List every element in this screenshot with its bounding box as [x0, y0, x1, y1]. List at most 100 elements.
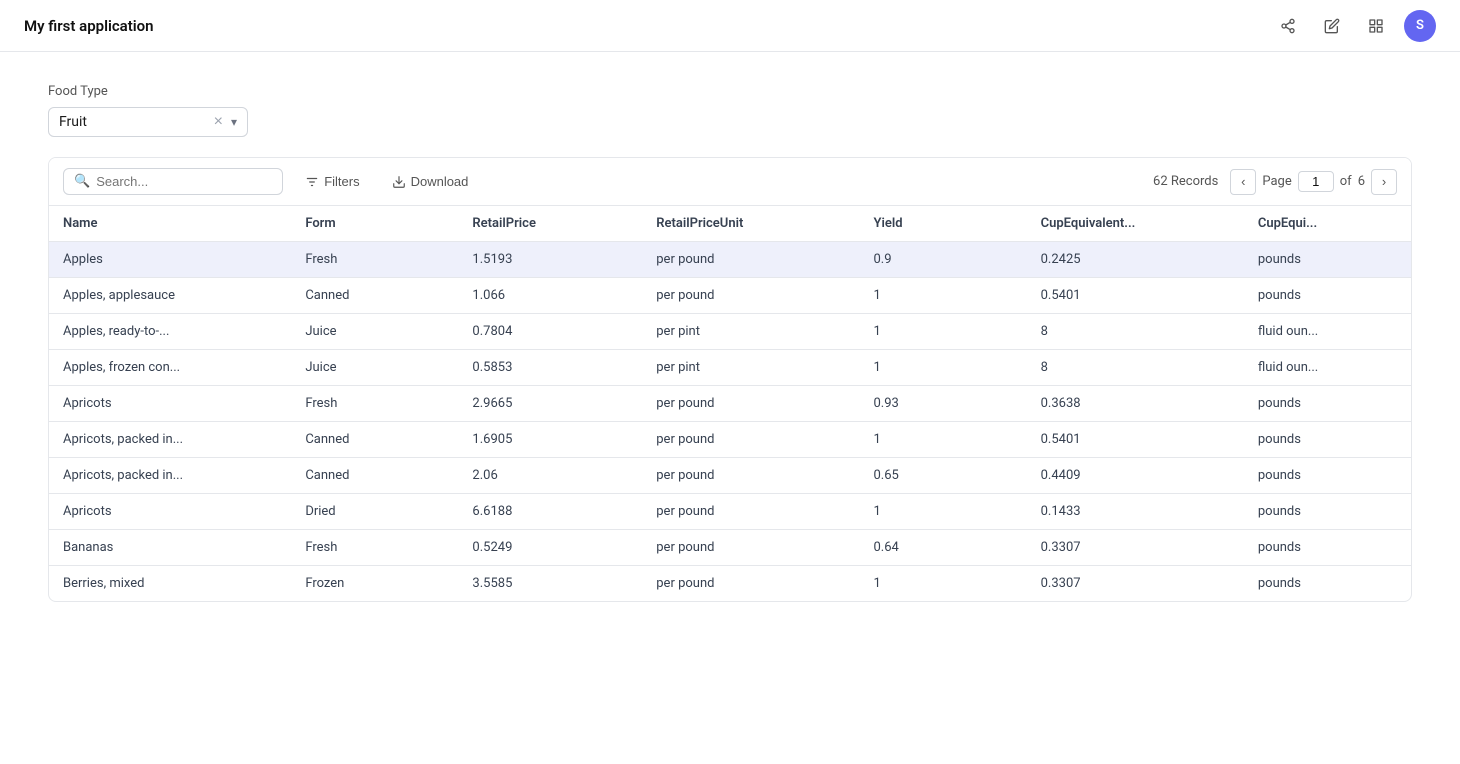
table-row[interactable]: BananasFresh0.5249per pound0.640.3307pou…: [49, 530, 1411, 566]
cell-retailprice: 0.5249: [458, 530, 642, 566]
search-input[interactable]: [96, 174, 272, 189]
cell-cupequivalent: 0.1433: [1027, 494, 1244, 530]
cell-form: Fresh: [291, 242, 458, 278]
table-row[interactable]: ApplesFresh1.5193per pound0.90.2425pound…: [49, 242, 1411, 278]
cell-name: Bananas: [49, 530, 291, 566]
cell-cupequivalent: 0.2425: [1027, 242, 1244, 278]
app-header: My first application S: [0, 0, 1460, 52]
cell-name: Apples, ready-to-...: [49, 314, 291, 350]
user-avatar[interactable]: S: [1404, 10, 1436, 42]
dropdown-value: Fruit: [59, 114, 206, 130]
table-row[interactable]: Apples, ready-to-...Juice0.7804per pint1…: [49, 314, 1411, 350]
table-row[interactable]: Apricots, packed in...Canned1.6905per po…: [49, 422, 1411, 458]
page-input[interactable]: [1298, 171, 1334, 192]
table-row[interactable]: Berries, mixedFrozen3.5585per pound10.33…: [49, 566, 1411, 602]
cell-retailpriceunit: per pound: [642, 458, 859, 494]
cell-retailpriceunit: per pound: [642, 530, 859, 566]
data-table: Name Form RetailPrice RetailPriceUnit Yi…: [49, 206, 1411, 601]
cell-cupequivalent: 0.3307: [1027, 530, 1244, 566]
cell-retailprice: 1.5193: [458, 242, 642, 278]
search-wrap: 🔍: [63, 168, 283, 195]
cell-cupequivalent: 8: [1027, 314, 1244, 350]
cell-name: Apples, frozen con...: [49, 350, 291, 386]
download-icon: [392, 175, 406, 189]
cell-retailpriceunit: per pound: [642, 422, 859, 458]
dropdown-clear-button[interactable]: ×: [214, 114, 223, 130]
cell-cupequivalentunit: pounds: [1244, 566, 1411, 602]
table-header: Name Form RetailPrice RetailPriceUnit Yi…: [49, 206, 1411, 242]
cell-form: Canned: [291, 458, 458, 494]
cell-form: Fresh: [291, 386, 458, 422]
cell-yield: 1: [860, 494, 1027, 530]
cell-name: Apples, applesauce: [49, 278, 291, 314]
download-button[interactable]: Download: [382, 169, 479, 194]
search-icon: 🔍: [74, 174, 90, 189]
food-type-dropdown[interactable]: Fruit × ▾: [48, 107, 248, 137]
table-row[interactable]: Apples, applesauceCanned1.066per pound10…: [49, 278, 1411, 314]
filters-label: Filters: [324, 174, 359, 189]
cell-cupequivalent: 0.3307: [1027, 566, 1244, 602]
cell-form: Fresh: [291, 530, 458, 566]
col-header-cupequivalent: CupEquivalent...: [1027, 206, 1244, 242]
cell-yield: 0.64: [860, 530, 1027, 566]
table-row[interactable]: ApricotsFresh2.9665per pound0.930.3638po…: [49, 386, 1411, 422]
cell-yield: 1: [860, 278, 1027, 314]
apps-button[interactable]: [1360, 10, 1392, 42]
cell-retailpriceunit: per pint: [642, 314, 859, 350]
cell-retailpriceunit: per pound: [642, 278, 859, 314]
cell-cupequivalentunit: pounds: [1244, 494, 1411, 530]
edit-button[interactable]: [1316, 10, 1348, 42]
cell-form: Frozen: [291, 566, 458, 602]
cell-name: Apricots, packed in...: [49, 422, 291, 458]
cell-retailprice: 2.06: [458, 458, 642, 494]
cell-retailpriceunit: per pint: [642, 350, 859, 386]
cell-form: Canned: [291, 422, 458, 458]
table-body: ApplesFresh1.5193per pound0.90.2425pound…: [49, 242, 1411, 602]
records-text: Records: [1171, 174, 1218, 189]
cell-yield: 0.9: [860, 242, 1027, 278]
cell-cupequivalentunit: pounds: [1244, 242, 1411, 278]
app-title: My first application: [24, 17, 154, 35]
cell-retailprice: 0.5853: [458, 350, 642, 386]
next-page-button[interactable]: ›: [1371, 169, 1397, 195]
cell-yield: 1: [860, 566, 1027, 602]
share-button[interactable]: [1272, 10, 1304, 42]
cell-yield: 1: [860, 422, 1027, 458]
of-label: of: [1340, 174, 1352, 189]
cell-name: Apricots, packed in...: [49, 458, 291, 494]
cell-form: Juice: [291, 350, 458, 386]
col-header-name: Name: [49, 206, 291, 242]
filters-button[interactable]: Filters: [295, 169, 369, 194]
prev-page-button[interactable]: ‹: [1230, 169, 1256, 195]
table-row[interactable]: Apricots, packed in...Canned2.06per poun…: [49, 458, 1411, 494]
data-table-container: 🔍 Filters Download 62 Records ‹ Page: [48, 157, 1412, 602]
cell-form: Dried: [291, 494, 458, 530]
cell-retailpriceunit: per pound: [642, 494, 859, 530]
cell-name: Apples: [49, 242, 291, 278]
table-row[interactable]: Apples, frozen con...Juice0.5853per pint…: [49, 350, 1411, 386]
cell-name: Apricots: [49, 386, 291, 422]
table-row[interactable]: ApricotsDried6.6188per pound10.1433pound…: [49, 494, 1411, 530]
cell-retailprice: 6.6188: [458, 494, 642, 530]
cell-retailpriceunit: per pound: [642, 386, 859, 422]
col-header-retailpriceunit: RetailPriceUnit: [642, 206, 859, 242]
cell-form: Canned: [291, 278, 458, 314]
cell-cupequivalent: 0.5401: [1027, 422, 1244, 458]
cell-cupequivalentunit: pounds: [1244, 530, 1411, 566]
records-count: 62: [1153, 174, 1168, 189]
cell-retailprice: 1.6905: [458, 422, 642, 458]
main-content: Food Type Fruit × ▾ 🔍 Filters Download 6…: [0, 52, 1460, 634]
pagination: ‹ Page of 6 ›: [1230, 169, 1397, 195]
cell-cupequivalentunit: pounds: [1244, 386, 1411, 422]
table-toolbar: 🔍 Filters Download 62 Records ‹ Page: [49, 158, 1411, 206]
cell-retailprice: 2.9665: [458, 386, 642, 422]
col-header-form: Form: [291, 206, 458, 242]
cell-cupequivalentunit: fluid oun...: [1244, 314, 1411, 350]
filter-label: Food Type: [48, 84, 1412, 99]
cell-name: Apricots: [49, 494, 291, 530]
cell-cupequivalentunit: pounds: [1244, 458, 1411, 494]
cell-retailprice: 0.7804: [458, 314, 642, 350]
header-actions: S: [1272, 10, 1436, 42]
cell-yield: 1: [860, 314, 1027, 350]
cell-cupequivalent: 0.5401: [1027, 278, 1244, 314]
